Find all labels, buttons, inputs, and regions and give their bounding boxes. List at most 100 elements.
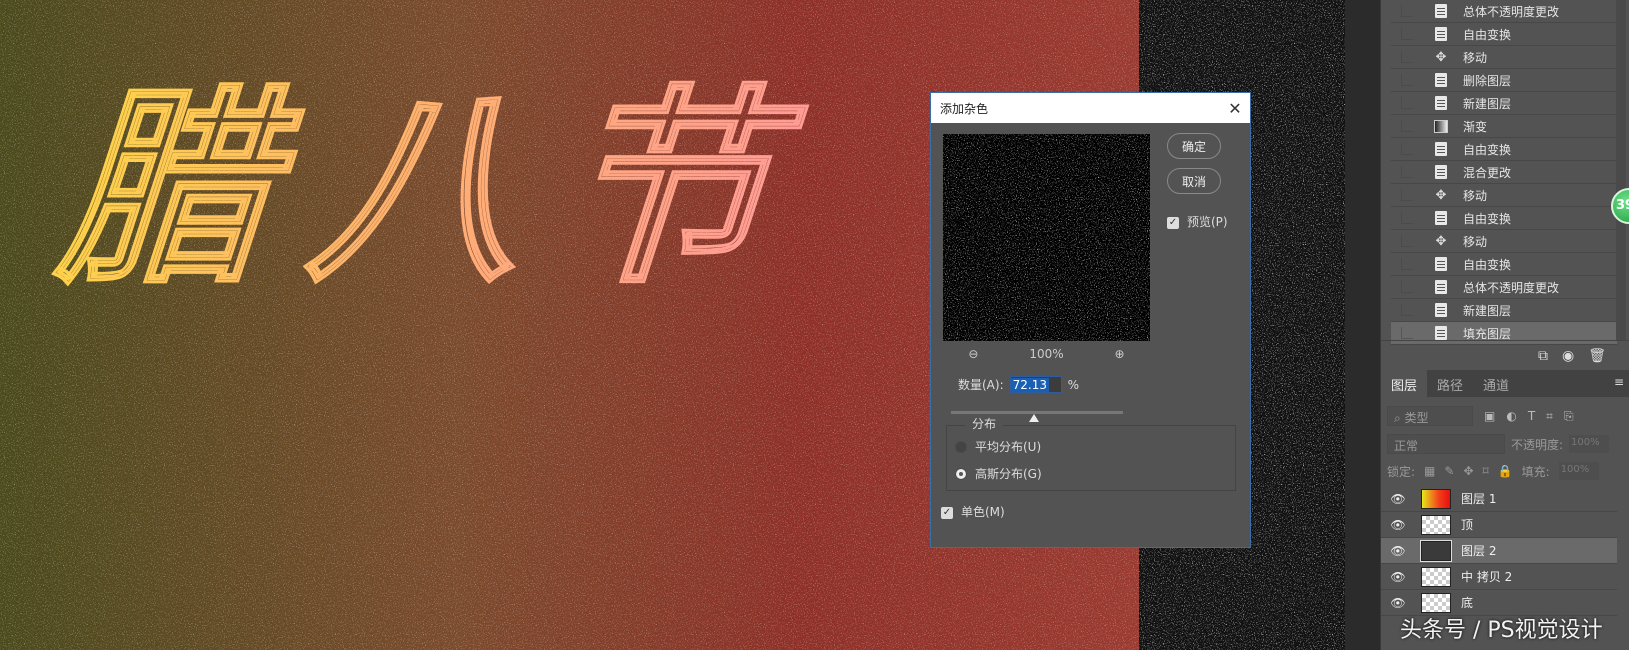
history-item[interactable]: 总体不透明度更改 xyxy=(1391,0,1617,23)
blend-mode-select[interactable]: 正常 xyxy=(1387,434,1505,454)
gaussian-radio[interactable]: 高斯分布(G) xyxy=(955,465,1042,482)
fill-input[interactable]: 100% xyxy=(1558,462,1599,480)
document-icon xyxy=(1435,96,1447,110)
layer-thumbnail xyxy=(1421,566,1451,587)
layer-name: 中 拷贝 2 xyxy=(1461,570,1513,584)
document-icon xyxy=(1435,27,1447,41)
layer-row[interactable]: 👁 中 拷贝 2 xyxy=(1381,564,1617,590)
lock-label: 锁定: xyxy=(1387,464,1416,479)
amount-value: 72.13 xyxy=(1010,377,1049,392)
panel-menu-icon[interactable]: ≡ xyxy=(1608,370,1629,397)
history-item[interactable]: 自由变换 xyxy=(1391,23,1617,46)
history-item[interactable]: ✥ 移动 xyxy=(1391,230,1617,253)
lock-position-icon[interactable]: ✥ xyxy=(1463,464,1473,478)
amount-input[interactable]: 72.13 xyxy=(1009,376,1062,393)
history-item[interactable]: 自由变换 xyxy=(1391,207,1617,230)
tab-channels[interactable]: 通道 xyxy=(1473,370,1519,397)
noise-preview[interactable] xyxy=(943,134,1150,341)
history-brush-source[interactable] xyxy=(1401,258,1413,270)
eye-icon[interactable]: 👁 xyxy=(1381,492,1415,506)
history-item[interactable]: 新建图层 xyxy=(1391,299,1617,322)
panel-gutter xyxy=(1345,0,1380,650)
history-icon xyxy=(1433,95,1449,111)
cancel-button[interactable]: 取消 xyxy=(1167,168,1221,194)
eye-icon[interactable]: 👁 xyxy=(1381,544,1415,558)
history-scrollbar[interactable] xyxy=(1616,0,1626,340)
layer-name: 底 xyxy=(1461,596,1474,610)
eye-icon[interactable]: 👁 xyxy=(1381,570,1415,584)
history-item[interactable]: 总体不透明度更改 xyxy=(1391,276,1617,299)
history-item[interactable]: ✥ 移动 xyxy=(1391,184,1617,207)
opacity-label: 不透明度: xyxy=(1511,437,1564,452)
history-item[interactable]: 自由变换 xyxy=(1391,253,1617,276)
monochromatic-checkbox[interactable]: ✓ 单色(M) xyxy=(941,503,1005,520)
layer-name: 顶 xyxy=(1461,518,1474,532)
dialog-titlebar: 添加杂色 ✕ xyxy=(931,93,1250,123)
zoom-out-icon[interactable]: ⊖ xyxy=(968,347,978,361)
history-brush-source[interactable] xyxy=(1401,74,1413,86)
dialog-title: 添加杂色 xyxy=(940,101,989,116)
history-brush-source[interactable] xyxy=(1401,235,1413,247)
history-label: 自由变换 xyxy=(1463,27,1512,42)
history-brush-source[interactable] xyxy=(1401,5,1413,17)
history-item[interactable]: 自由变换 xyxy=(1391,138,1617,161)
adjustment-filter-icon[interactable]: ◐ xyxy=(1506,409,1516,423)
opacity-input[interactable]: 100% xyxy=(1569,435,1610,453)
lock-pixels-icon[interactable]: ▦ xyxy=(1424,464,1435,478)
camera-icon[interactable]: ◉ xyxy=(1562,348,1574,364)
history-icon: ✥ xyxy=(1433,233,1449,249)
amount-slider[interactable] xyxy=(951,411,1123,422)
history-item[interactable]: ✥ 移动 xyxy=(1391,46,1617,69)
uniform-radio[interactable]: 平均分布(U) xyxy=(955,438,1041,455)
tab-layers[interactable]: 图层 xyxy=(1381,370,1428,397)
layer-name: 图层 1 xyxy=(1461,492,1497,506)
move-icon: ✥ xyxy=(1435,233,1447,249)
layer-row[interactable]: 👁 顶 xyxy=(1381,512,1617,538)
history-item[interactable]: 渐变 xyxy=(1391,115,1617,138)
lock-brush-icon[interactable]: ✎ xyxy=(1444,464,1454,478)
history-label: 总体不透明度更改 xyxy=(1463,4,1560,19)
layer-thumbnail xyxy=(1420,539,1452,562)
document-icon xyxy=(1435,257,1447,271)
history-label: 混合更改 xyxy=(1463,165,1512,180)
tab-paths[interactable]: 路径 xyxy=(1427,370,1473,397)
history-brush-source[interactable] xyxy=(1401,281,1413,293)
lock-row: 锁定: ▦ ✎ ✥ ⌑ 🔒 填充: 100% xyxy=(1387,460,1623,482)
history-brush-source[interactable] xyxy=(1401,304,1413,316)
history-brush-source[interactable] xyxy=(1401,212,1413,224)
zoom-in-icon[interactable]: ⊕ xyxy=(1114,347,1124,361)
history-brush-source[interactable] xyxy=(1401,166,1413,178)
document-icon xyxy=(1435,4,1447,18)
history-icon: ✥ xyxy=(1433,187,1449,203)
history-brush-source[interactable] xyxy=(1401,97,1413,109)
preview-checkbox[interactable]: ✓ 预览(P) xyxy=(1167,213,1228,230)
history-brush-source[interactable] xyxy=(1401,189,1413,201)
history-item[interactable]: 新建图层 xyxy=(1391,92,1617,115)
history-item[interactable]: 混合更改 xyxy=(1391,161,1617,184)
layer-filter-select[interactable]: ⌕ 类型 xyxy=(1387,406,1473,426)
eye-icon[interactable]: 👁 xyxy=(1381,518,1415,532)
shape-filter-icon[interactable]: ⌗ xyxy=(1546,409,1553,424)
ok-button[interactable]: 确定 xyxy=(1167,133,1221,159)
history-brush-source[interactable] xyxy=(1401,143,1413,155)
layer-row[interactable]: 👁 图层 1 xyxy=(1381,486,1617,512)
history-item[interactable]: 删除图层 xyxy=(1391,69,1617,92)
document-icon xyxy=(1435,326,1447,340)
history-label: 自由变换 xyxy=(1463,142,1512,157)
smart-object-filter-icon[interactable]: ⎘ xyxy=(1564,409,1574,424)
new-document-from-state-icon[interactable]: ⧉ xyxy=(1538,348,1548,364)
history-brush-source[interactable] xyxy=(1401,327,1413,339)
lock-artboard-icon[interactable]: ⌑ xyxy=(1483,464,1489,478)
history-brush-source[interactable] xyxy=(1401,28,1413,40)
text-filter-icon[interactable]: T xyxy=(1528,409,1535,423)
slider-thumb[interactable] xyxy=(1028,414,1039,422)
close-icon[interactable]: ✕ xyxy=(1220,99,1250,118)
lock-all-icon[interactable]: 🔒 xyxy=(1498,464,1513,478)
image-filter-icon[interactable]: ▣ xyxy=(1484,409,1495,423)
history-brush-source[interactable] xyxy=(1401,51,1413,63)
layer-row[interactable]: 👁 图层 2 xyxy=(1381,538,1617,564)
layer-thumbnail xyxy=(1421,514,1451,535)
eye-icon[interactable]: 👁 xyxy=(1381,596,1415,610)
history-brush-source[interactable] xyxy=(1401,120,1413,132)
trash-icon[interactable]: 🗑 xyxy=(1588,348,1606,364)
